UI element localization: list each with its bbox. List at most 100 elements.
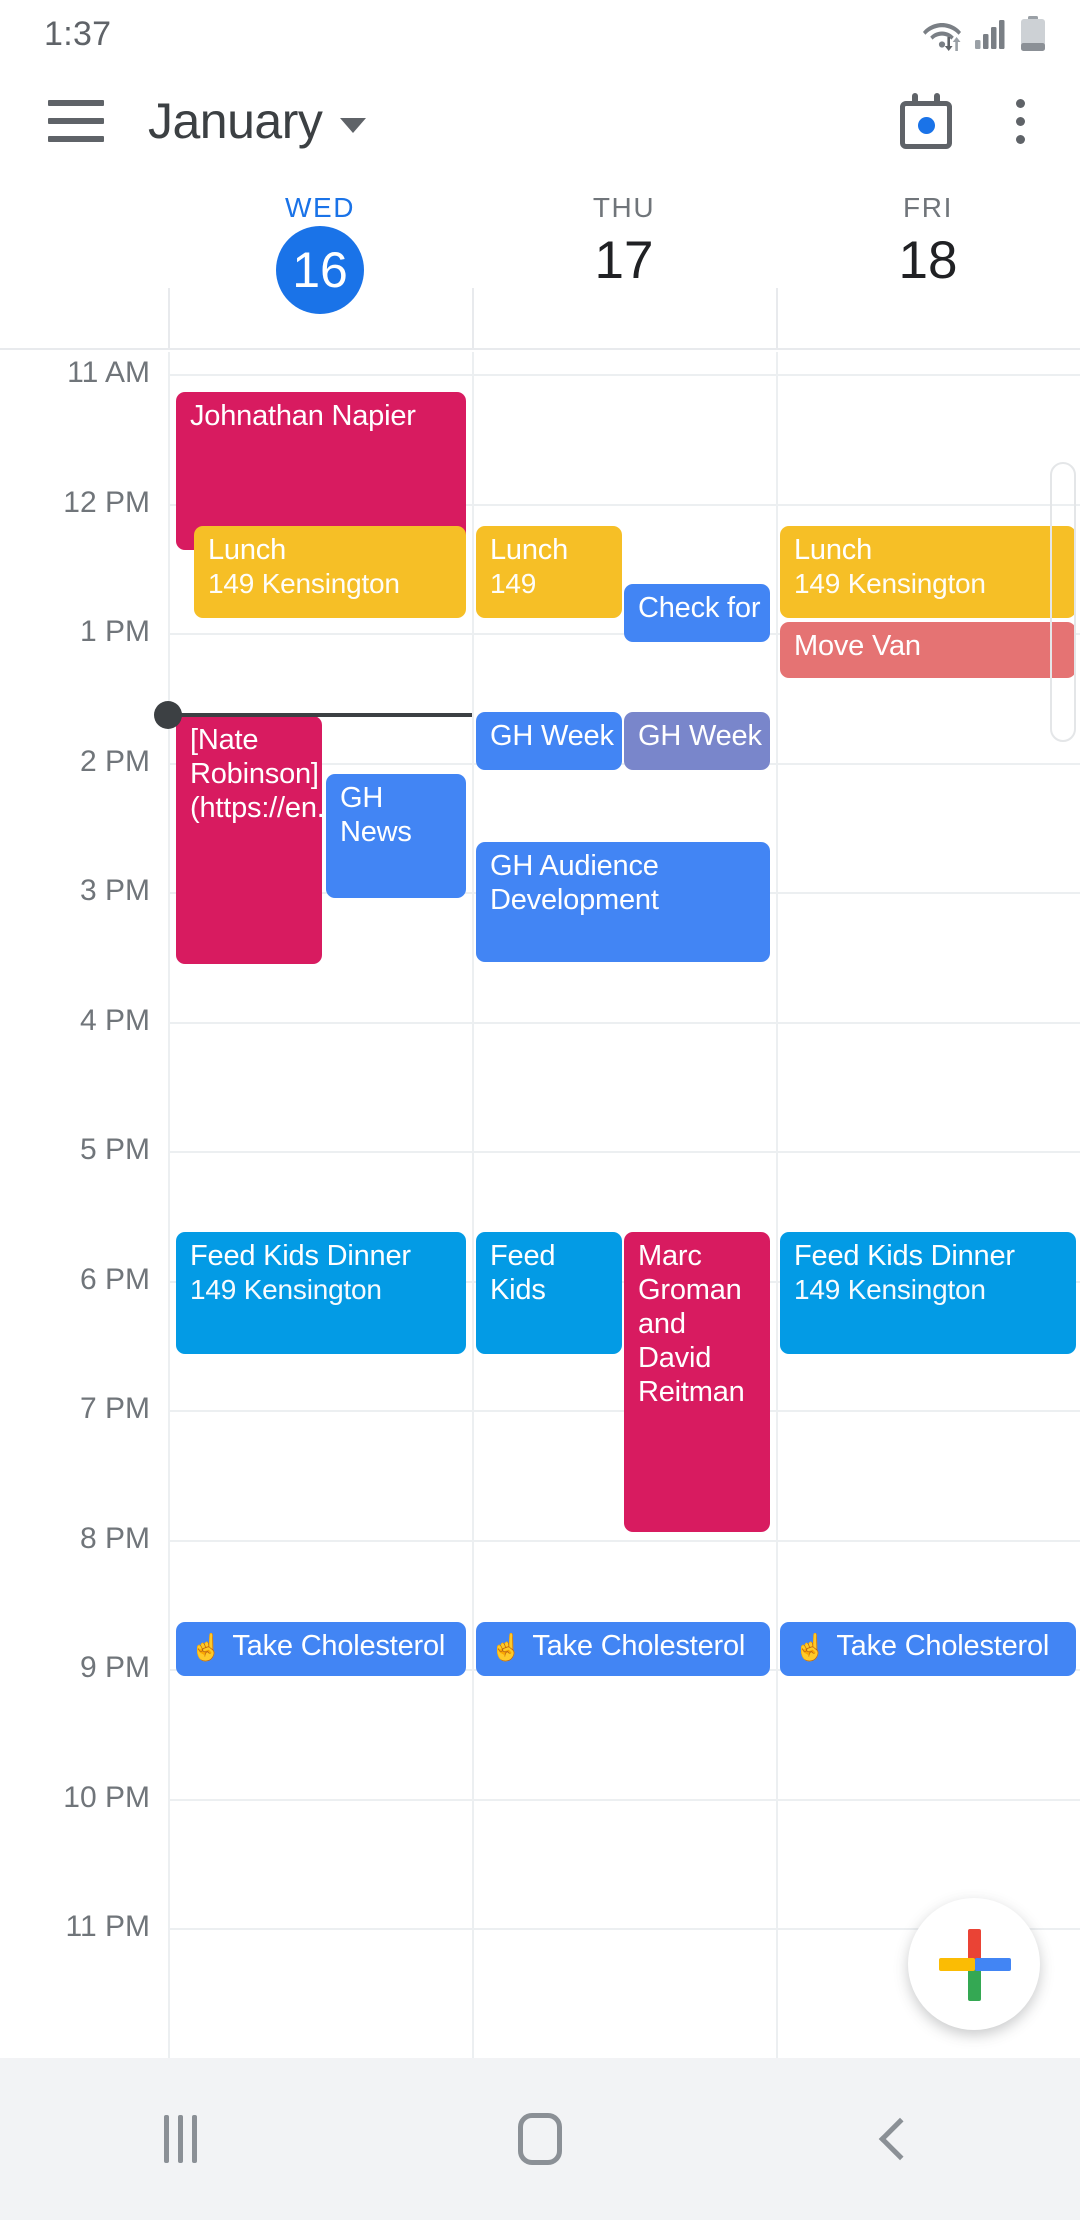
calendar-event[interactable]: Check for <box>624 584 770 642</box>
wifi-data-icon <box>923 23 961 51</box>
calendar-event[interactable]: Lunch 149 <box>476 526 622 618</box>
event-location: 149 Kensington <box>794 567 986 599</box>
calendar-event[interactable]: Feed Kids Dinner 149 Kensington <box>780 1232 1076 1354</box>
current-time-line <box>168 712 472 717</box>
hour-label: 9 PM <box>79 1651 150 1684</box>
hour-label: 7 PM <box>79 1392 150 1425</box>
hour-label: 11 PM <box>65 1910 150 1943</box>
hour-label: 11 AM <box>67 356 150 389</box>
plus-arm-right <box>975 1958 1011 1971</box>
calendar-event[interactable]: ☝ Take Cholesterol <box>780 1622 1076 1676</box>
day-number: 17 <box>594 231 654 290</box>
event-title: Lunch <box>794 534 873 566</box>
recents-icon <box>163 2115 197 2163</box>
task-reminder-icon: ☝ <box>190 1631 223 1662</box>
hour-gridline <box>168 1539 1080 1542</box>
page-title: January <box>148 93 323 149</box>
event-title: GH Week <box>638 720 762 752</box>
event-title: Johnathan Napier <box>190 400 416 432</box>
calendar-event[interactable]: Lunch 149 Kensington <box>780 526 1076 618</box>
hour-label: 12 PM <box>63 485 150 519</box>
event-title: GH Week <box>490 720 614 752</box>
hour-label: 3 PM <box>79 874 150 907</box>
event-title: Take Cholesterol <box>836 1630 1050 1662</box>
calendar-event[interactable]: GH News <box>326 774 466 898</box>
calendar-event[interactable]: Marc Groman and David Reitman <box>624 1232 770 1532</box>
event-title: Check for <box>638 592 761 624</box>
more-options-icon[interactable] <box>998 93 1042 149</box>
calendar-event[interactable]: GH Audience Development <box>476 842 770 962</box>
status-icon-group <box>922 16 1046 52</box>
event-title: Feed Kids <box>490 1240 556 1306</box>
event-title: GH News <box>340 782 412 848</box>
calendar-event[interactable]: Lunch 149 Kensington <box>194 526 466 618</box>
task-reminder-icon: ☝ <box>490 1631 523 1662</box>
hour-label: 1 PM <box>79 615 150 648</box>
day-of-week-label: THU <box>592 192 656 223</box>
recents-button[interactable] <box>80 2058 280 2220</box>
status-clock: 1:37 <box>44 14 112 53</box>
battery-icon <box>1021 16 1045 51</box>
calendar-event[interactable]: Feed Kids <box>476 1232 622 1354</box>
calendar-event[interactable]: ☝ Take Cholesterol <box>476 1622 770 1676</box>
event-title: Move Van <box>794 630 921 662</box>
day-header-grid: WED 16 THU 17 FRI 18 <box>168 174 1080 350</box>
chevron-down-icon <box>340 117 367 133</box>
back-icon <box>878 2117 922 2161</box>
day-of-week-label: WED <box>284 192 356 223</box>
event-location: 149 Kensington <box>794 1273 986 1305</box>
calendar-event[interactable]: ☝ Take Cholesterol <box>176 1622 466 1676</box>
day-number-today: 16 <box>276 226 364 314</box>
today-icon-dot <box>918 117 935 134</box>
hour-label: 6 PM <box>79 1262 150 1296</box>
hour-gridline <box>168 374 1080 376</box>
month-selector[interactable]: January <box>148 92 367 150</box>
event-title: Take Cholesterol <box>232 1630 446 1662</box>
day-column-divider <box>168 352 170 2058</box>
cellular-signal-icon <box>975 20 1005 49</box>
event-title: Take Cholesterol <box>532 1630 746 1662</box>
hour-label: 10 PM <box>63 1780 150 1814</box>
event-title: Marc Groman and David Reitman <box>638 1240 745 1408</box>
event-location: 149 Kensington <box>190 1273 382 1305</box>
calendar-event[interactable]: Move Van <box>780 622 1076 678</box>
vertical-scrollbar[interactable] <box>1050 462 1076 742</box>
day-header-column[interactable]: THU 17 <box>472 174 776 350</box>
current-time-dot <box>154 700 182 729</box>
event-title: Feed Kids Dinner <box>794 1240 1015 1272</box>
app-bar: January <box>0 68 1080 174</box>
event-title: Lunch <box>208 534 287 566</box>
day-header-column[interactable]: FRI 18 <box>776 174 1080 350</box>
hour-label: 5 PM <box>79 1133 150 1166</box>
hour-label: 4 PM <box>79 1003 150 1037</box>
event-location: 149 Kensington <box>208 567 400 599</box>
create-event-fab[interactable] <box>908 1898 1040 2030</box>
google-plus-icon <box>937 1927 1011 2001</box>
day-header-column[interactable]: WED 16 <box>168 174 472 350</box>
event-title: Lunch <box>490 534 569 566</box>
task-reminder-icon: ☝ <box>794 1631 827 1662</box>
hamburger-menu-icon[interactable] <box>48 100 104 142</box>
event-title: [Nate Robinson](https://en.m.wikipedia.o… <box>190 724 322 824</box>
calendar-event[interactable]: GH Week <box>624 712 770 770</box>
hour-gridline <box>168 1151 1080 1153</box>
hour-gridline <box>168 1021 1080 1024</box>
system-navigation-bar <box>0 2058 1080 2220</box>
day-column-divider <box>472 352 474 2058</box>
day-column-divider <box>776 352 778 2058</box>
event-title: GH Audience Development <box>490 850 659 916</box>
hour-label: 8 PM <box>79 1521 150 1555</box>
home-icon <box>518 2113 562 2165</box>
day-header-bar: WED 16 THU 17 FRI 18 <box>0 174 1080 350</box>
week-grid[interactable]: 11 AM 12 PM 1 PM 2 PM 3 PM 4 PM 5 PM 6 PM 7 PM 8 … <box>0 352 1080 2058</box>
home-button[interactable] <box>440 2058 640 2220</box>
hour-label: 2 PM <box>79 744 150 778</box>
calendar-event[interactable]: [Nate Robinson](https://en.m.wikipedia.o… <box>176 716 322 964</box>
day-number: 18 <box>898 231 958 290</box>
plus-arm-left <box>939 1958 975 1971</box>
day-of-week-label: FRI <box>903 192 953 223</box>
today-calendar-icon[interactable] <box>900 93 952 149</box>
calendar-event[interactable]: GH Week <box>476 712 622 770</box>
calendar-event[interactable]: Feed Kids Dinner 149 Kensington <box>176 1232 466 1354</box>
back-button[interactable] <box>800 2058 1000 2220</box>
